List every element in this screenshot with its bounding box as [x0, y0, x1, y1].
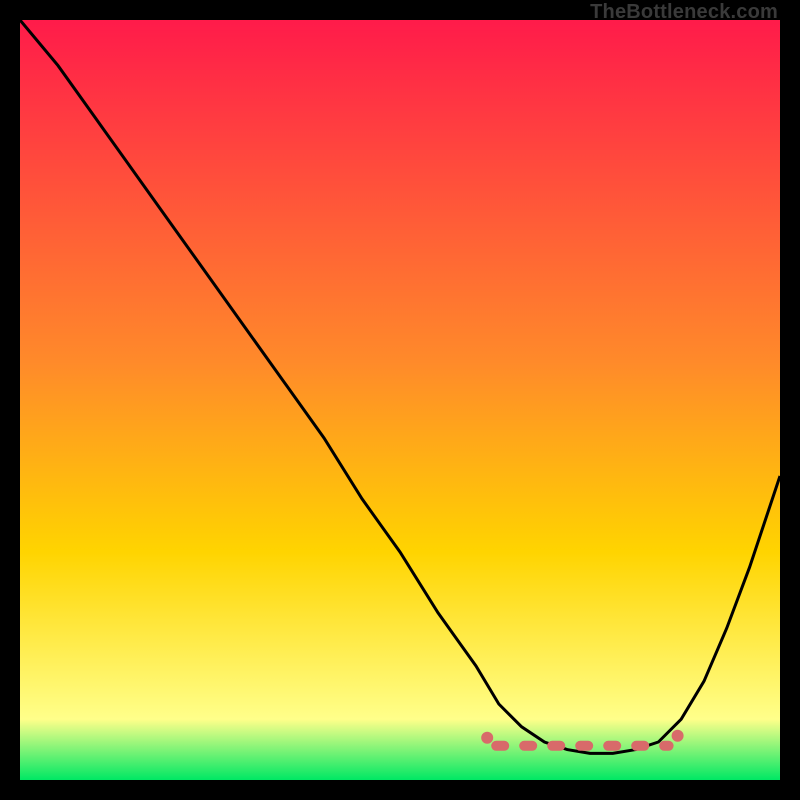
dash-segment: [491, 741, 509, 751]
dash-segment: [575, 741, 593, 751]
dash-segment: [519, 741, 537, 751]
dash-cap-right: [672, 730, 684, 742]
dash-segment: [547, 741, 565, 751]
dash-segment: [603, 741, 621, 751]
optimal-band-dashes: [481, 730, 683, 751]
chart-stage: TheBottleneck.com: [0, 0, 800, 800]
dash-cap-left: [481, 732, 493, 744]
dash-segment: [659, 741, 673, 751]
dash-layer: [20, 20, 780, 780]
dash-segment: [631, 741, 649, 751]
plot-area: [20, 20, 780, 780]
